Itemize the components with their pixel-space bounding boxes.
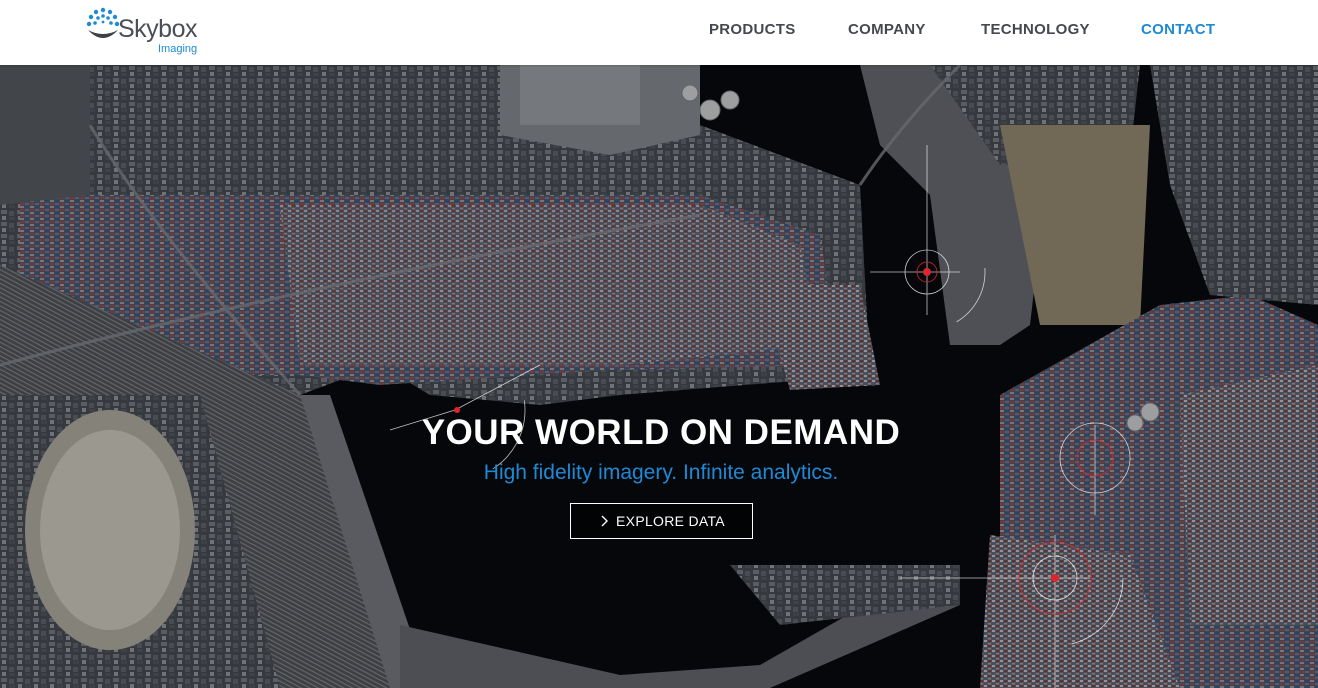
hero-subtitle: High fidelity imagery. Infinite analytic… [483, 461, 839, 484]
explore-data-label: EXPLORE DATA [616, 513, 725, 529]
nav-company[interactable]: COMPANY [848, 21, 926, 38]
logo-wordmark: Skybox [118, 15, 197, 43]
skybox-logo-icon [86, 7, 120, 38]
hero-section: YOUR WORLD ON DEMAND High fidelity image… [0, 65, 1318, 688]
satellite-port-image [0, 65, 1318, 688]
logo-subtitle: Imaging [158, 43, 198, 55]
explore-data-button[interactable]: EXPLORE DATA [570, 503, 753, 539]
nav-products[interactable]: PRODUCTS [709, 21, 796, 38]
skybox-logo[interactable]: Skybox Imaging [84, 6, 214, 56]
chevron-right-icon [601, 515, 609, 527]
nav-technology[interactable]: TECHNOLOGY [981, 21, 1090, 38]
site-header: Skybox Imaging PRODUCTS COMPANY TECHNOLO… [0, 0, 1318, 65]
hero-title: YOUR WORLD ON DEMAND [421, 413, 901, 452]
nav-contact[interactable]: CONTACT [1141, 21, 1215, 38]
